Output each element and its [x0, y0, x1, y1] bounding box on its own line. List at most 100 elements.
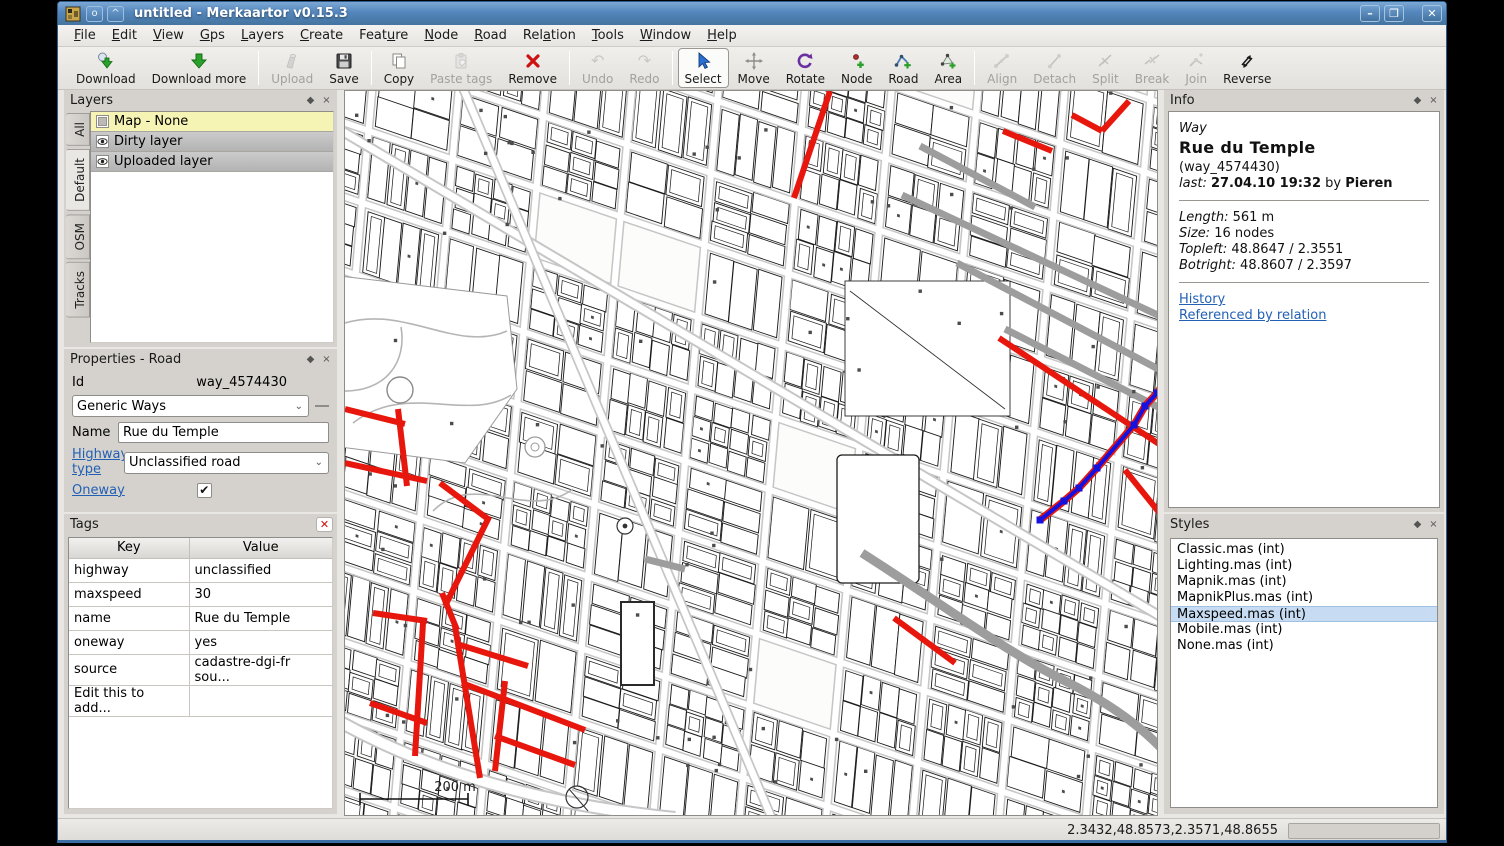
save-button[interactable]: Save: [322, 48, 365, 88]
menu-relation[interactable]: Relation: [515, 26, 584, 45]
close-button[interactable]: ✕: [1422, 5, 1442, 22]
menu-edit[interactable]: Edit: [104, 26, 145, 45]
menu-file[interactable]: File: [66, 26, 104, 45]
info-float-button[interactable]: ◆: [1411, 94, 1424, 107]
tag-cell[interactable]: highway: [69, 558, 189, 582]
select-button[interactable]: Select: [678, 48, 729, 88]
info-close-button[interactable]: ×: [1427, 94, 1440, 107]
referenced-by-relation-link[interactable]: Referenced by relation: [1179, 308, 1429, 323]
style-item[interactable]: Mapnik.mas (int): [1171, 574, 1437, 590]
tag-row[interactable]: onewayyes: [69, 630, 332, 654]
tag-row[interactable]: maxspeed30: [69, 582, 332, 606]
move-button[interactable]: Move: [731, 48, 777, 88]
toolbar-button-label: Node: [841, 72, 872, 86]
layer-row[interactable]: Uploaded layer: [91, 152, 333, 172]
properties-float-button[interactable]: ◆: [304, 353, 317, 366]
highway-type-select[interactable]: Unclassified road ⌄: [124, 452, 329, 474]
oneway-link[interactable]: Oneway: [72, 483, 125, 498]
tags-column-header[interactable]: Value: [189, 538, 332, 558]
layers-panel-title: Layers: [70, 93, 301, 108]
rotate-button[interactable]: Rotate: [779, 48, 832, 88]
style-item[interactable]: Maxspeed.mas (int): [1171, 606, 1437, 622]
tag-cell[interactable]: source: [69, 654, 189, 685]
area-button[interactable]: Area: [927, 48, 969, 88]
style-item[interactable]: None.mas (int): [1171, 638, 1437, 654]
way-node[interactable]: [1142, 403, 1149, 410]
layers-tab-all[interactable]: All: [66, 113, 90, 146]
map-canvas[interactable]: 200 m: [344, 90, 1158, 816]
style-item[interactable]: Mobile.mas (int): [1171, 622, 1437, 638]
node-button[interactable]: Node: [834, 48, 879, 88]
way-node[interactable]: [1131, 422, 1138, 429]
window-shade-button[interactable]: o: [86, 6, 103, 22]
properties-close-button[interactable]: ×: [320, 353, 333, 366]
window-keep-above-button[interactable]: ^: [107, 6, 124, 22]
styles-close-button[interactable]: ×: [1427, 518, 1440, 531]
menu-view[interactable]: View: [145, 26, 192, 45]
style-item[interactable]: MapnikPlus.mas (int): [1171, 590, 1437, 606]
tags-column-header[interactable]: Key: [69, 538, 189, 558]
tag-cell[interactable]: Edit this to add...: [69, 685, 189, 716]
menu-layers[interactable]: Layers: [233, 26, 292, 45]
title-bar[interactable]: o ^ untitled - Merkaartor v0.15.3 – ❐ ✕: [58, 2, 1446, 25]
menu-tools[interactable]: Tools: [584, 26, 632, 45]
tag-cell[interactable]: yes: [189, 630, 332, 654]
download-more-button[interactable]: Download more: [145, 48, 254, 88]
tag-row[interactable]: Edit this to add...: [69, 685, 332, 716]
layer-row[interactable]: Dirty layer: [91, 132, 333, 152]
progress-widget: [1288, 823, 1440, 839]
tag-cell[interactable]: maxspeed: [69, 582, 189, 606]
menu-gps[interactable]: Gps: [192, 26, 233, 45]
tag-cell[interactable]: unclassified: [189, 558, 332, 582]
way-node[interactable]: [1154, 390, 1158, 397]
layer-checkbox[interactable]: [96, 115, 109, 128]
restore-button[interactable]: ❐: [1384, 5, 1404, 22]
tag-cell[interactable]: [189, 685, 332, 716]
download-button[interactable]: Download: [69, 48, 143, 88]
app-icon: [65, 6, 81, 22]
size-value: 16 nodes: [1214, 226, 1274, 241]
tag-row[interactable]: sourcecadastre-dgi-fr sou...: [69, 654, 332, 685]
tag-row[interactable]: highwayunclassified: [69, 558, 332, 582]
menu-feature[interactable]: Feature: [351, 26, 416, 45]
tag-row[interactable]: nameRue du Temple: [69, 606, 332, 630]
menu-help[interactable]: Help: [699, 26, 745, 45]
tag-cell[interactable]: cadastre-dgi-fr sou...: [189, 654, 332, 685]
way-type-select[interactable]: Generic Ways ⌄: [72, 395, 309, 417]
reverse-button[interactable]: Reverse: [1216, 48, 1278, 88]
history-link[interactable]: History: [1179, 292, 1429, 307]
layers-tab-osm[interactable]: OSM: [66, 214, 90, 259]
way-node[interactable]: [1037, 517, 1044, 524]
menu-create[interactable]: Create: [292, 26, 351, 45]
menu-road[interactable]: Road: [466, 26, 515, 45]
tag-cell[interactable]: name: [69, 606, 189, 630]
info-panel-titlebar: Info ◆ ×: [1164, 90, 1444, 111]
tag-cell[interactable]: oneway: [69, 630, 189, 654]
style-item[interactable]: Classic.mas (int): [1171, 542, 1437, 558]
way-node[interactable]: [1076, 485, 1083, 492]
oneway-checkbox[interactable]: ✔: [197, 483, 212, 498]
way-node[interactable]: [1094, 465, 1101, 472]
highway-type-link[interactable]: Highway type: [72, 448, 124, 478]
layers-float-button[interactable]: ◆: [304, 94, 317, 107]
layers-close-button[interactable]: ×: [320, 94, 333, 107]
copy-button[interactable]: Copy: [377, 48, 421, 88]
tag-cell[interactable]: 30: [189, 582, 332, 606]
menu-node[interactable]: Node: [416, 26, 466, 45]
tag-cell[interactable]: Rue du Temple: [189, 606, 332, 630]
styles-float-button[interactable]: ◆: [1411, 518, 1424, 531]
layers-tab-tracks[interactable]: Tracks: [66, 262, 90, 318]
visibility-eye-icon[interactable]: [96, 135, 109, 148]
way-node[interactable]: [1061, 498, 1068, 505]
style-item[interactable]: Lighting.mas (int): [1171, 558, 1437, 574]
layers-tab-default[interactable]: Default: [66, 149, 90, 211]
remove-button[interactable]: Remove: [501, 48, 564, 88]
name-input[interactable]: Rue du Temple: [118, 422, 329, 443]
layer-row[interactable]: Map - None: [91, 112, 333, 132]
tags-close-button[interactable]: ✕: [316, 517, 333, 532]
road-button[interactable]: Road: [881, 48, 925, 88]
undo-button: ↶Undo: [575, 48, 620, 88]
visibility-eye-icon[interactable]: [96, 155, 109, 168]
menu-window[interactable]: Window: [632, 26, 699, 45]
minimize-button[interactable]: –: [1360, 5, 1380, 22]
